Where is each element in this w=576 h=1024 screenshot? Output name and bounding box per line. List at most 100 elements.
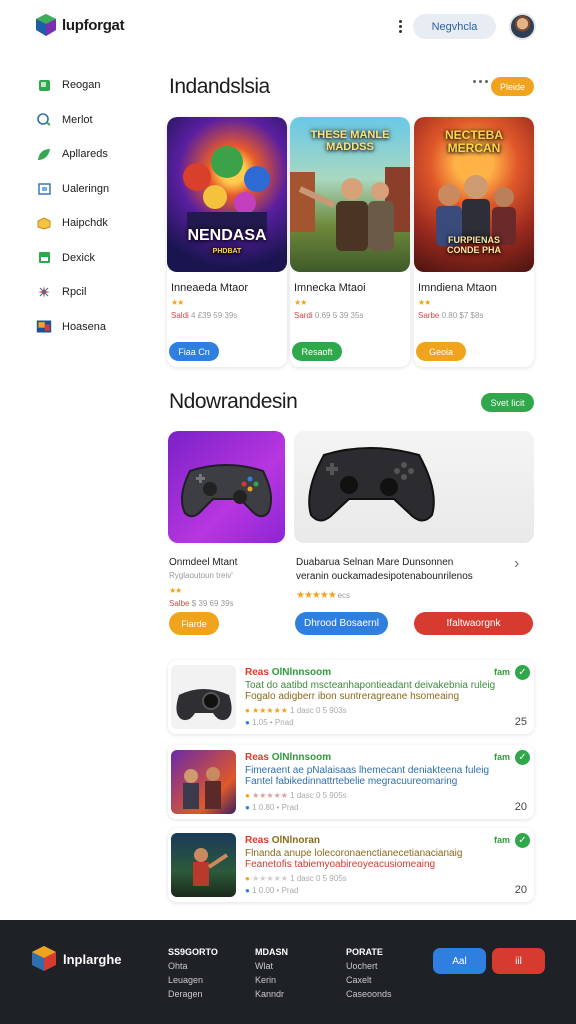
footer-link[interactable]: Uochert [346,959,392,973]
footer-link[interactable]: Kerin [255,973,288,987]
rating-stars: ★★ [169,586,182,595]
sidebar-item-label: Apllareds [62,148,108,161]
item-tag: fam [493,835,510,845]
section-title-downloads: Ndowrandesin [169,390,298,413]
game-card[interactable]: THESE MANLE MADDSS Imnecka Mtaoi ★★ Sard… [290,117,410,367]
item-desc-line: Flnanda anupe lolecoronaenctianecetianac… [245,848,463,859]
item-meta-2: ● 1 0.80 • Prad [245,803,299,812]
footer-logo-icon[interactable] [31,945,58,972]
game-title: Inneaeda Mtaor [171,282,249,294]
sidebar-item-apllareds[interactable]: Apllareds [36,137,146,172]
more-menu-icon[interactable] [393,16,407,36]
footer-brand: lnplarghe [63,952,122,967]
footer-link[interactable]: Caseoonds [346,987,392,1001]
section-more-icon[interactable] [473,80,488,83]
avatar[interactable] [509,13,536,40]
sidebar-item-label: Rpcil [62,286,87,299]
item-count: 25 [514,716,527,728]
heading-prefix: Reas [245,752,269,763]
game-card[interactable]: NECTEBA MERCAN FURPIENAS CONDE PHA Imndi… [414,117,534,367]
item-meta: ● ★★★★★ 1 dasc 0 5 905s [245,791,347,800]
top-header: lupforgat Negvhcla [0,0,576,52]
item-heading: Reas OlNlnnsoom [245,667,331,678]
sidebar-item-hoasena[interactable]: Hoasena [36,310,146,345]
tv-icon [36,319,52,335]
footer-column: PORATE Uochert Caxelt Caseoonds [346,945,392,1001]
footer-link[interactable]: Ohta [168,959,218,973]
sidebar-item-dexick[interactable]: Dexick [36,241,146,276]
section-badge[interactable]: Pleide [491,77,534,96]
footer-link[interactable]: Caxelt [346,973,392,987]
sidebar-item-ualeringn[interactable]: Ualeringn [36,172,146,207]
item-tag: fam [493,752,510,762]
cover-subtitle: PHDBAT [212,248,242,255]
list-item[interactable]: Reas OlNlnnsoom Fimeraent ae pNalaisaas … [168,745,534,819]
sidebar-item-rpcil[interactable]: Rpcil [36,275,146,310]
item-meta: ● ★★★★★ 1 dasc 0 5 905s [245,874,347,883]
rating-stars: ★★ [294,298,307,307]
brand-name: lupforgat [62,17,125,34]
footer-primary-button[interactable]: Aal [433,948,486,974]
card-action-button[interactable]: Geoia [416,342,466,361]
controller-image-purple[interactable] [168,431,285,543]
game-meta: Saldi 4 £39 59 39s [171,311,237,320]
blue-chat-icon [36,112,52,128]
check-icon[interactable]: ✓ [515,750,530,765]
gamepad-icon [180,464,273,518]
item-action-button[interactable]: Fiarde [169,612,219,635]
rating-stars: ★★★★★ ecs [296,590,351,601]
footer-link[interactable]: Deragen [168,987,218,1001]
buy-button[interactable]: Ifaltwaorgnk [414,612,533,635]
leaf-icon [36,146,52,162]
card-action-button[interactable]: Fiaa Cn [169,342,219,361]
item-subtitle: Ryglaoutoun treiv' [169,571,233,580]
footer-link[interactable]: Wlat [255,959,288,973]
top-action-button[interactable]: Negvhcla [413,14,496,39]
item-desc-line: Fimeraent ae pNalaisaas lhemecant deniak… [245,765,490,776]
item-title: Onmdeel Mtant [169,557,238,568]
gamepad-icon [308,447,435,522]
sidebar-item-label: Haipchdk [62,217,108,230]
check-icon[interactable]: ✓ [515,665,530,680]
list-item[interactable]: Reas OlNlnoran Flnanda anupe lolecoronae… [168,828,534,902]
item-count: 20 [514,801,527,813]
footer-link[interactable]: Leuagen [168,973,218,987]
section-badge[interactable]: Svet Iicit [481,393,534,412]
item-desc-line: Toat do aatibd mscteanhapontieadant deiv… [245,680,496,691]
meta-label: Salbe [169,599,190,608]
rating-stars: ★★ [418,298,431,307]
sidebar-item-merlot[interactable]: Merlot [36,103,146,138]
meta-label: Sardi [294,311,313,320]
brand-logo-icon[interactable] [34,13,58,37]
list-item[interactable]: Reas OlNlnnsoom Toat do aatibd mscteanha… [168,660,534,734]
green-game-icon [36,77,52,93]
sidebar-item-label: Merlot [62,113,93,126]
sidebar: Reogan Merlot Apllareds Ualeringn Haipch… [36,68,146,344]
check-icon[interactable]: ✓ [515,833,530,848]
item-desc-line: Fogalo adigberr ibon suntreragreane hsom… [245,691,460,702]
controller-image-black[interactable] [294,431,534,543]
game-card[interactable]: NENDASA PHDBAT Inneaeda Mtaor ★★ Saldi 4… [167,117,287,367]
install-button[interactable]: Dhrood Bosaernl [295,612,388,635]
footer-column-title: SS9GORTO [168,947,218,957]
sidebar-item-reogan[interactable]: Reogan [36,68,146,103]
rating-stars: ★★ [171,298,184,307]
meta-values: 1 dasc 0 5 905s [290,791,347,800]
cover-subtitle: FURPIENAS CONDE PHA [446,235,501,255]
item-desc-line: Fantel fabikedinnattrtebelie megracuureo… [245,776,458,787]
item-title: Duabarua Selnan Mare Dunsonnen [296,557,454,568]
sidebar-item-haipchdk[interactable]: Haipchdk [36,206,146,241]
footer-secondary-button[interactable]: iil [492,948,545,974]
item-tag: fam [493,667,510,677]
card-action-button[interactable]: Resaoft [292,342,342,361]
cover-title: NECTEBA MERCAN [444,128,503,155]
footer-link[interactable]: Kanndr [255,987,288,1001]
meta-values: 1 dasc 0 5 905s [290,874,347,883]
game-cover-image: THESE MANLE MADDSS [290,117,410,272]
heading-name: OlNlnnsoom [271,752,332,763]
chevron-right-icon[interactable]: › [514,555,519,573]
meta-values: 1 dasc 0 5 903s [290,706,347,715]
item-count: 20 [514,884,527,896]
item-thumbnail [171,833,236,897]
footer-column: MDASN Wlat Kerin Kanndr [255,945,288,1001]
